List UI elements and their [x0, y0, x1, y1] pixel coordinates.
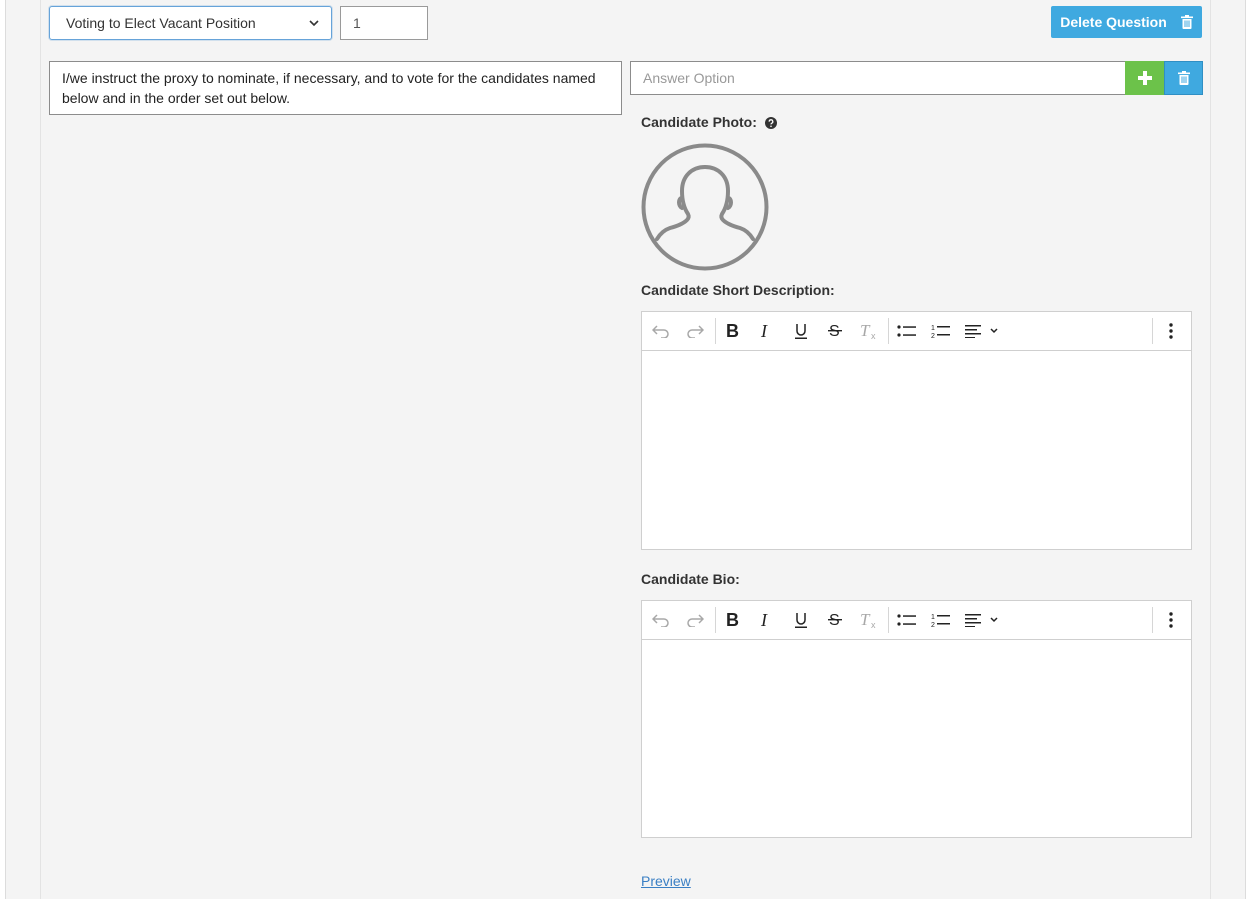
- italic-icon[interactable]: I: [756, 312, 778, 350]
- candidate-photo-label-row: Candidate Photo:: [641, 114, 777, 130]
- toolbar-separator: [888, 318, 889, 344]
- redo-icon[interactable]: [684, 312, 706, 350]
- align-icon[interactable]: [964, 601, 1002, 639]
- bio-label: Candidate Bio:: [641, 571, 740, 587]
- bold-icon[interactable]: B: [722, 312, 744, 350]
- question-type-value: Voting to Elect Vacant Position: [66, 15, 256, 31]
- strikethrough-icon[interactable]: S: [824, 312, 846, 350]
- question-order-value: 1: [353, 15, 361, 31]
- svg-text:1: 1: [931, 614, 935, 621]
- svg-text:B: B: [726, 323, 739, 339]
- user-silhouette-icon[interactable]: [641, 143, 769, 271]
- svg-text:S: S: [829, 323, 840, 340]
- numbered-list-icon[interactable]: 12: [929, 312, 953, 350]
- underline-icon[interactable]: [790, 312, 812, 350]
- clear-formatting-icon[interactable]: Tx: [858, 312, 882, 350]
- toolbar-separator: [715, 607, 716, 633]
- svg-text:2: 2: [931, 622, 935, 628]
- candidate-photo-label: Candidate Photo:: [641, 114, 757, 130]
- add-answer-button[interactable]: [1125, 61, 1164, 95]
- question-text-field[interactable]: I/we instruct the proxy to nominate, if …: [49, 61, 622, 115]
- bio-editor: B I S Tx 12: [641, 600, 1192, 838]
- preview-link[interactable]: Preview: [641, 873, 691, 889]
- italic-icon[interactable]: I: [756, 601, 778, 639]
- delete-question-button[interactable]: Delete Question: [1051, 6, 1202, 38]
- delete-answer-button[interactable]: [1164, 61, 1203, 95]
- editor-toolbar: B I S Tx 12: [642, 312, 1191, 351]
- panel-divider-left: [40, 0, 41, 899]
- svg-text:T: T: [860, 322, 871, 340]
- more-icon[interactable]: [1160, 312, 1182, 350]
- svg-text:2: 2: [931, 333, 935, 339]
- strikethrough-icon[interactable]: S: [824, 601, 846, 639]
- underline-icon[interactable]: [790, 601, 812, 639]
- numbered-list-icon[interactable]: 12: [929, 601, 953, 639]
- question-circle-icon[interactable]: [764, 117, 777, 129]
- toolbar-separator: [1152, 318, 1153, 344]
- svg-text:I: I: [760, 323, 768, 339]
- chevron-down-icon: [309, 20, 319, 27]
- trash-icon: [1180, 15, 1193, 29]
- short-description-editor: B I S Tx 12: [641, 311, 1192, 550]
- question-type-select[interactable]: Voting to Elect Vacant Position: [49, 6, 332, 40]
- answer-option-placeholder: Answer Option: [643, 70, 735, 86]
- bio-content[interactable]: [642, 640, 1191, 837]
- short-description-content[interactable]: [642, 351, 1191, 549]
- answer-option-input[interactable]: Answer Option: [630, 61, 1125, 95]
- clear-formatting-icon[interactable]: Tx: [858, 601, 882, 639]
- short-description-label: Candidate Short Description:: [641, 282, 835, 298]
- trash-icon: [1177, 71, 1190, 85]
- editor-toolbar: B I S Tx 12: [642, 601, 1191, 640]
- undo-icon[interactable]: [650, 312, 672, 350]
- svg-text:T: T: [860, 611, 871, 629]
- redo-icon[interactable]: [684, 601, 706, 639]
- svg-text:x: x: [871, 331, 876, 340]
- bullet-list-icon[interactable]: [895, 312, 919, 350]
- toolbar-separator: [1152, 607, 1153, 633]
- panel-divider-right: [1210, 0, 1211, 899]
- undo-icon[interactable]: [650, 601, 672, 639]
- bold-icon[interactable]: B: [722, 601, 744, 639]
- svg-text:x: x: [871, 620, 876, 629]
- svg-text:B: B: [726, 612, 739, 628]
- svg-text:S: S: [829, 612, 840, 629]
- align-icon[interactable]: [964, 312, 1002, 350]
- plus-icon: [1137, 71, 1152, 85]
- bullet-list-icon[interactable]: [895, 601, 919, 639]
- svg-text:1: 1: [931, 325, 935, 332]
- toolbar-separator: [715, 318, 716, 344]
- svg-text:I: I: [760, 612, 768, 628]
- toolbar-separator: [888, 607, 889, 633]
- question-order-input[interactable]: 1: [340, 6, 428, 40]
- more-icon[interactable]: [1160, 601, 1182, 639]
- delete-question-label: Delete Question: [1060, 14, 1167, 30]
